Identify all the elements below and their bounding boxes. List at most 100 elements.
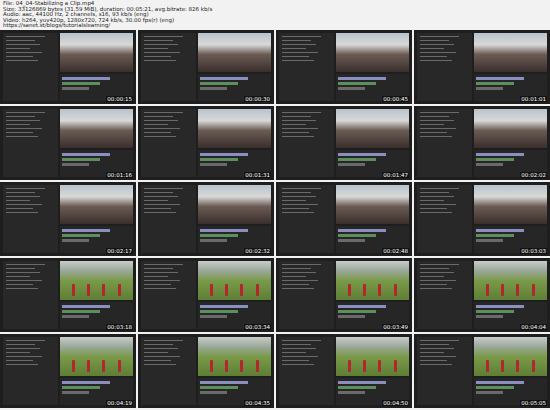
- side-panel: [141, 337, 196, 405]
- thumbnail: 00:00:15: [0, 30, 136, 104]
- video-preview: [474, 185, 547, 224]
- video-preview: [474, 109, 547, 148]
- timestamp: 00:03:49: [382, 324, 409, 330]
- side-panel: [417, 33, 472, 101]
- contact-sheet: File: 04_04-Stabilizing a Clip.mp4Size: …: [0, 0, 550, 410]
- figure: [532, 284, 535, 296]
- file-info: File: 04_04-Stabilizing a Clip.mp4Size: …: [0, 0, 550, 30]
- video-preview: [336, 261, 409, 300]
- thumbnail: 00:04:19: [0, 334, 136, 408]
- video-preview: [198, 337, 271, 376]
- figure: [501, 284, 504, 296]
- side-panel: [141, 33, 196, 101]
- video-preview: [336, 109, 409, 148]
- thumbnail: 00:05:05: [414, 334, 550, 408]
- figure: [240, 284, 243, 296]
- timestamp: 00:02:32: [244, 248, 271, 254]
- thumbnail: 00:03:34: [138, 258, 274, 332]
- figure: [363, 360, 366, 372]
- side-panel: [3, 109, 58, 177]
- thumbnail: 00:03:49: [276, 258, 412, 332]
- video-preview: [60, 261, 133, 300]
- thumbnail: 00:00:45: [276, 30, 412, 104]
- timestamp: 00:02:02: [520, 172, 547, 178]
- figure: [225, 284, 228, 296]
- video-preview: [60, 109, 133, 148]
- thumbnail-grid: 00:00:15 00:00:30 00:00:45 00:01:01 00:01:16…: [0, 30, 550, 410]
- figure: [102, 360, 105, 372]
- figure: [486, 360, 489, 372]
- timestamp: 00:01:16: [106, 172, 133, 178]
- side-panel: [3, 261, 58, 329]
- timestamp: 00:00:45: [382, 96, 409, 102]
- thumbnail: 00:01:31: [138, 106, 274, 180]
- video-preview: [474, 337, 547, 376]
- figure: [516, 360, 519, 372]
- video-preview: [474, 261, 547, 300]
- video-preview: [336, 33, 409, 72]
- figure: [394, 360, 397, 372]
- side-panel: [279, 261, 334, 329]
- side-panel: [417, 337, 472, 405]
- figure: [210, 360, 213, 372]
- side-panel: [3, 185, 58, 253]
- figure: [256, 360, 259, 372]
- thumbnail: 00:02:17: [0, 182, 136, 256]
- video-preview: [474, 33, 547, 72]
- timestamp: 00:00:30: [244, 96, 271, 102]
- thumbnail: 00:01:01: [414, 30, 550, 104]
- thumbnail: 00:04:35: [138, 334, 274, 408]
- timestamp: 00:04:35: [244, 400, 271, 406]
- video-preview: [198, 109, 271, 148]
- video-preview: [60, 33, 133, 72]
- video-preview: [336, 337, 409, 376]
- thumbnail: 00:04:04: [414, 258, 550, 332]
- side-panel: [141, 261, 196, 329]
- video-preview: [336, 185, 409, 224]
- video-preview: [60, 337, 133, 376]
- timestamp: 00:00:15: [106, 96, 133, 102]
- figure: [225, 360, 228, 372]
- figure: [240, 360, 243, 372]
- thumbnail: 00:02:32: [138, 182, 274, 256]
- side-panel: [417, 261, 472, 329]
- figure: [378, 284, 381, 296]
- figure: [256, 284, 259, 296]
- thumbnail: 00:02:02: [414, 106, 550, 180]
- side-panel: [279, 337, 334, 405]
- figure: [348, 284, 351, 296]
- figure: [102, 284, 105, 296]
- timestamp: 00:03:18: [106, 324, 133, 330]
- timestamp: 00:02:17: [106, 248, 133, 254]
- timestamp: 00:04:50: [382, 400, 409, 406]
- video-preview: [198, 185, 271, 224]
- figure: [516, 284, 519, 296]
- video-preview: [60, 185, 133, 224]
- figure: [348, 360, 351, 372]
- timestamp: 00:01:47: [382, 172, 409, 178]
- thumbnail: 00:02:48: [276, 182, 412, 256]
- thumbnail: 00:04:50: [276, 334, 412, 408]
- figure: [532, 360, 535, 372]
- side-panel: [417, 109, 472, 177]
- side-panel: [417, 185, 472, 253]
- video-preview: [198, 261, 271, 300]
- figure: [87, 360, 90, 372]
- figure: [501, 360, 504, 372]
- side-panel: [279, 185, 334, 253]
- figure: [486, 284, 489, 296]
- timestamp: 00:01:31: [244, 172, 271, 178]
- video-preview: [198, 33, 271, 72]
- side-panel: [141, 185, 196, 253]
- figure: [118, 284, 121, 296]
- thumbnail: 00:01:47: [276, 106, 412, 180]
- figure: [72, 284, 75, 296]
- thumbnail: 00:03:03: [414, 182, 550, 256]
- thumbnail: 00:00:30: [138, 30, 274, 104]
- info-line: https://sanet.st/blogs/tutorialslearning…: [3, 23, 547, 29]
- figure: [210, 284, 213, 296]
- timestamp: 00:05:05: [520, 400, 547, 406]
- timestamp: 00:03:03: [520, 248, 547, 254]
- timestamp: 00:04:04: [520, 324, 547, 330]
- timestamp: 00:02:48: [382, 248, 409, 254]
